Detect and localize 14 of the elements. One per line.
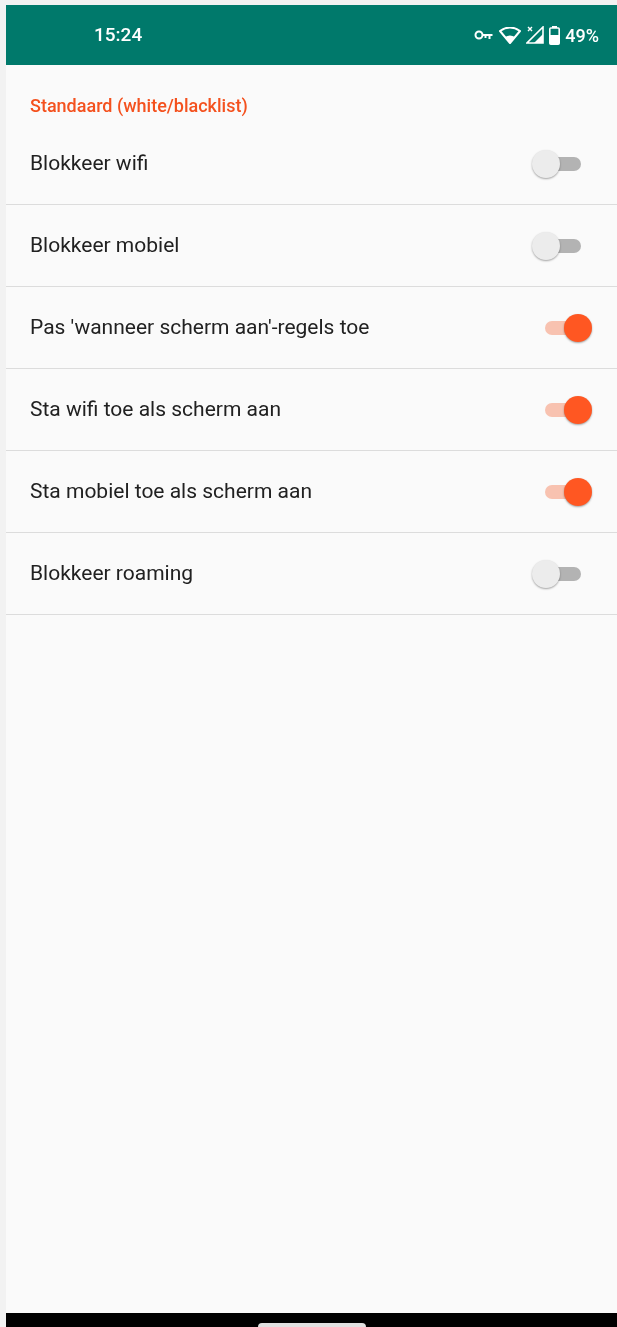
- setting-label: Sta wifi toe als scherm aan: [30, 395, 281, 423]
- section-header: Standaard (white/blacklist): [30, 95, 248, 116]
- setting-label: Pas 'wanneer scherm aan'-regels toe: [30, 313, 370, 341]
- battery-percentage: 49%: [565, 23, 599, 48]
- home-handle[interactable]: [257, 1323, 366, 1327]
- setting-label: Blokkeer wifi: [30, 149, 149, 177]
- key-icon: [474, 29, 495, 41]
- setting-label: Sta mobiel toe als scherm aan: [30, 477, 312, 505]
- setting-label: Blokkeer roaming: [30, 559, 194, 587]
- signal-icon: [526, 26, 545, 44]
- setting-label: Blokkeer mobiel: [30, 231, 180, 259]
- battery-icon: [549, 25, 561, 45]
- wifi-icon: [499, 26, 522, 44]
- status-time: 15:24: [94, 21, 143, 48]
